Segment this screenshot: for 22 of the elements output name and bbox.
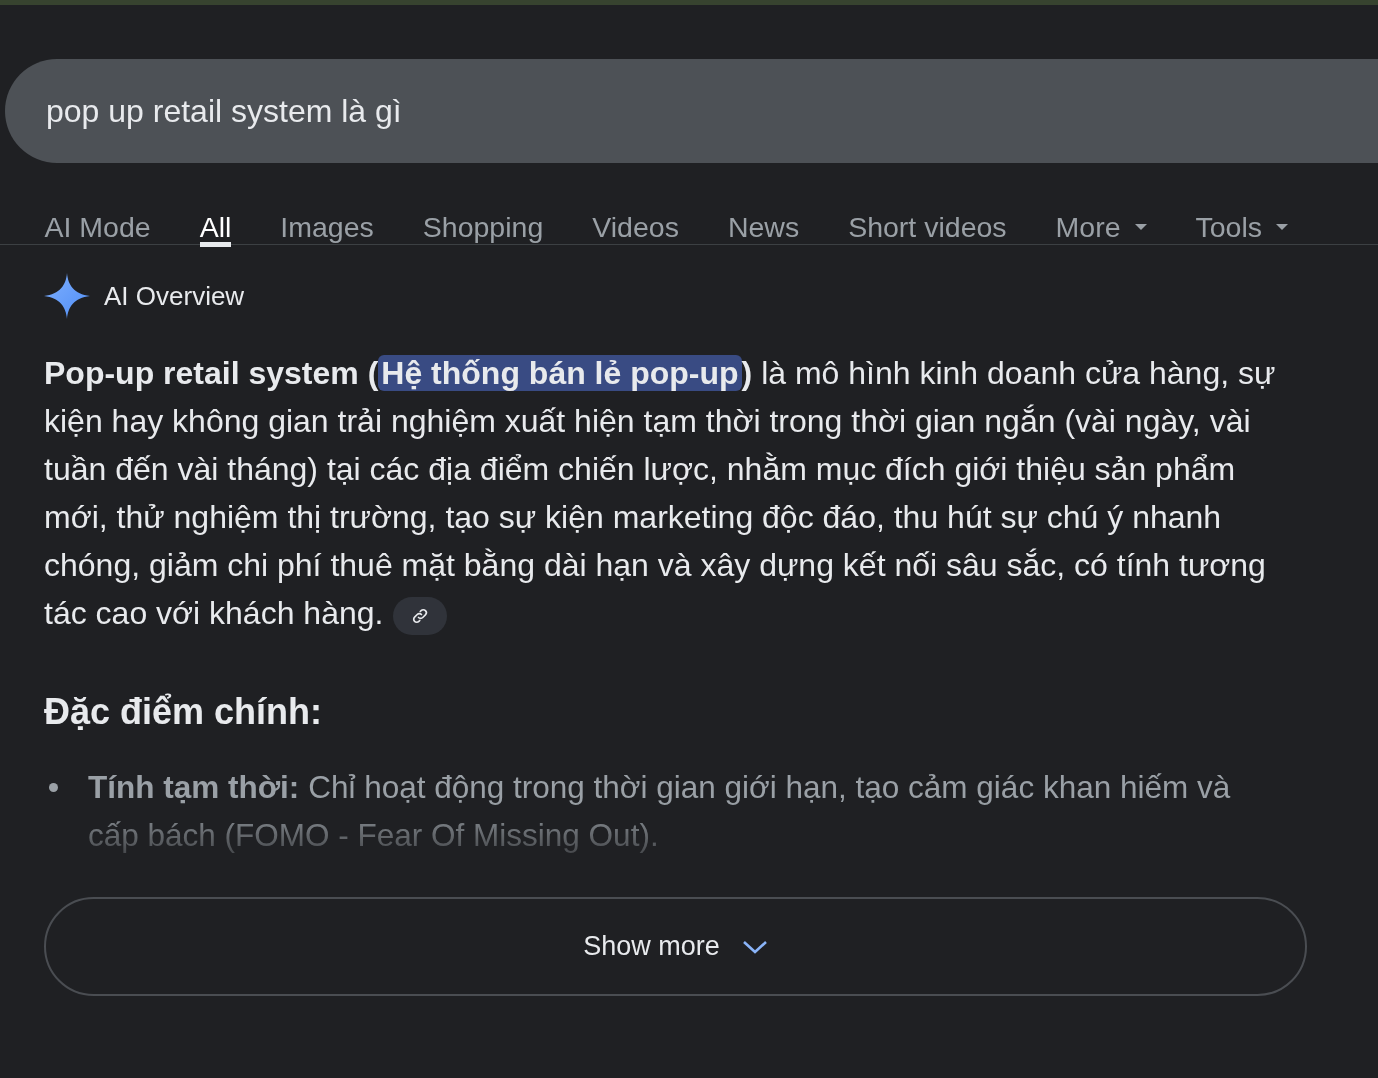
sparkle-icon: [44, 273, 90, 319]
overview-title: AI Overview: [104, 280, 245, 312]
search-tab[interactable]: More: [1031, 197, 1171, 245]
search-field[interactable]: pop up retail system là gì: [5, 59, 1378, 163]
overview-paragraph: Pop-up retail system (Hệ thống bán lẻ pop-up) là mô hình kinh doanh cửa hàng, sự kiện hay không gian trải nghiệm xuất hiện tạm thời trong thời gian ngắn (vài ngày, vài tuần đến vài tháng) tại các địa điểm chiến lược, nhằm mục đích giới thiệu sản phẩm mới, thử nghiệm thị trường, tạo sự kiện marketing độc đáo, thu hút sự chú ý nhanh chóng, giảm chi phí thuê mặt bằng dài hạn và xây dựng kết nối sâu sắc, có tính tương tác cao với khách hàng.: [44, 349, 1306, 637]
section-heading: Đặc điểm chính:: [44, 691, 324, 733]
search-tab[interactable]: Images: [255, 197, 399, 245]
caret-icon: [1276, 224, 1289, 230]
bullet-text: Tính tạm thời: Chỉ hoạt động trong thời gian giới hạn, tạo cảm giác khan hiếm và cấp bách (FOMO - Fear Of Missing Out).: [88, 768, 1232, 855]
bullet-icon: [49, 783, 58, 792]
caret-icon: [1134, 224, 1147, 230]
link-button[interactable]: [393, 596, 448, 635]
search-tab[interactable]: News: [703, 197, 824, 245]
chevron-down-icon: [741, 938, 768, 955]
search-tab[interactable]: Shopping: [398, 197, 568, 245]
search-tab[interactable]: Short videos: [823, 197, 1032, 245]
search-tab[interactable]: AI Mode: [20, 197, 176, 245]
link-icon: [411, 606, 430, 625]
search-tab[interactable]: Tools: [1171, 197, 1313, 245]
search-tab[interactable]: Videos: [567, 197, 704, 245]
search-tab[interactable]: All: [175, 197, 256, 245]
show-more-button[interactable]: Show more: [44, 897, 1307, 996]
